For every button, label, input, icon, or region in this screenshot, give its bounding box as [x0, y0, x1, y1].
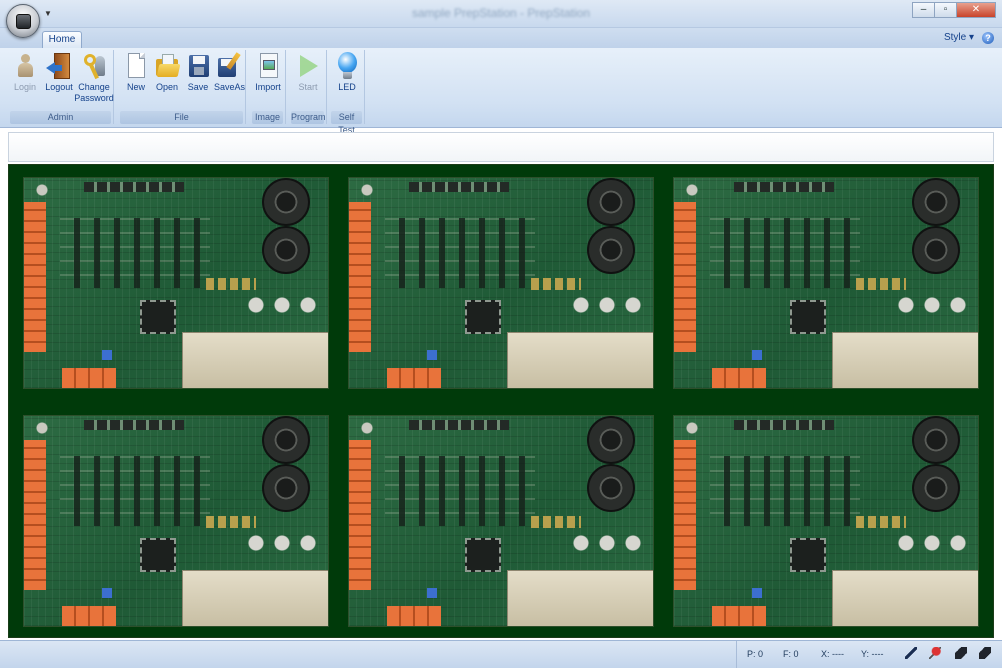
pen-icon[interactable]: [905, 647, 917, 659]
chevron-down-icon: ▾: [968, 32, 974, 43]
login-label: Login: [13, 82, 37, 92]
ribbon: Login Logout Change Password Admin New O…: [0, 48, 1002, 135]
window-title: sample PrepStation - PrepStation: [411, 6, 591, 20]
pcb-board-3[interactable]: [673, 177, 979, 389]
title-bar: sample PrepStation - PrepStation ▼ – ▫ ✕: [0, 0, 1002, 28]
x-coordinate: X: ----: [821, 649, 844, 659]
pass-count: P: 0: [747, 649, 764, 659]
application-menu-button[interactable]: [6, 4, 40, 38]
pin-icon[interactable]: [929, 647, 941, 659]
ribbon-group-file: New Open Save SaveAs File: [118, 50, 246, 124]
ribbon-group-image: Import Image: [250, 50, 286, 124]
tab-home[interactable]: Home: [42, 31, 82, 48]
minimize-button[interactable]: –: [912, 2, 934, 18]
maximize-button[interactable]: ▫: [934, 2, 956, 18]
pcb-board-1[interactable]: [23, 177, 329, 389]
eraser-icon[interactable]: [979, 647, 991, 659]
ribbon-tab-row: Home Style ▾ ?: [0, 28, 1002, 48]
window-controls: – ▫ ✕: [912, 2, 996, 18]
import-image-icon: [255, 52, 281, 80]
save-button[interactable]: Save: [184, 52, 212, 93]
pcb-board-4[interactable]: [23, 415, 329, 627]
group-label-self-test: Self Test: [331, 111, 362, 135]
help-icon[interactable]: ?: [982, 32, 994, 44]
y-coordinate: Y: ----: [861, 649, 884, 659]
pcb-image-area[interactable]: [8, 164, 994, 638]
folder-open-icon: [154, 52, 181, 80]
ribbon-group-program: Start Program: [289, 50, 327, 124]
pcb-board-5[interactable]: [348, 415, 654, 627]
quick-access-dropdown-icon[interactable]: ▼: [44, 9, 52, 18]
new-button[interactable]: New: [122, 52, 150, 93]
group-label-file: File: [120, 111, 243, 124]
saveas-label: SaveAs: [214, 82, 246, 92]
save-icon: [185, 52, 211, 80]
save-label: Save: [187, 82, 209, 92]
import-label: Import: [255, 82, 281, 92]
new-label: New: [126, 82, 145, 92]
open-button[interactable]: Open: [152, 52, 182, 93]
import-button[interactable]: Import: [252, 52, 284, 93]
group-label-program: Program: [291, 111, 326, 124]
user-icon: [12, 52, 38, 80]
new-file-icon: [123, 52, 149, 80]
change-password-button[interactable]: Change Password: [74, 52, 114, 104]
application-icon: [16, 14, 31, 29]
saveas-button[interactable]: SaveAs: [214, 52, 246, 93]
style-menu-label: Style: [943, 32, 967, 43]
close-button[interactable]: ✕: [956, 2, 996, 18]
ribbon-group-admin: Login Logout Change Password Admin: [8, 50, 114, 124]
open-label: Open: [155, 82, 179, 92]
start-button[interactable]: Start: [293, 52, 323, 93]
fail-count: F: 0: [783, 649, 799, 659]
change-password-label: Change Password: [74, 82, 114, 103]
key-user-icon: [81, 52, 107, 80]
pcb-board-6[interactable]: [673, 415, 979, 627]
led-button[interactable]: LED: [332, 52, 362, 93]
eraser-icon[interactable]: [955, 647, 967, 659]
ribbon-group-self-test: LED Self Test: [329, 50, 365, 135]
logout-label: Logout: [45, 82, 73, 92]
pcb-board-2[interactable]: [348, 177, 654, 389]
style-menu[interactable]: Style ▾: [944, 32, 974, 43]
login-button[interactable]: Login: [10, 52, 40, 93]
toolbar-strip: [8, 132, 994, 162]
save-as-icon: [216, 52, 242, 80]
status-panel: P: 0 F: 0 X: ---- Y: ----: [736, 641, 1002, 668]
group-label-admin: Admin: [10, 111, 111, 124]
led-label: LED: [338, 82, 356, 92]
light-bulb-icon: [334, 52, 360, 80]
play-icon: [295, 52, 321, 80]
logout-button[interactable]: Logout: [42, 52, 76, 93]
group-label-image: Image: [252, 111, 283, 124]
logout-icon: [46, 52, 72, 80]
status-bar: P: 0 F: 0 X: ---- Y: ----: [0, 640, 1002, 668]
start-label: Start: [298, 82, 318, 92]
